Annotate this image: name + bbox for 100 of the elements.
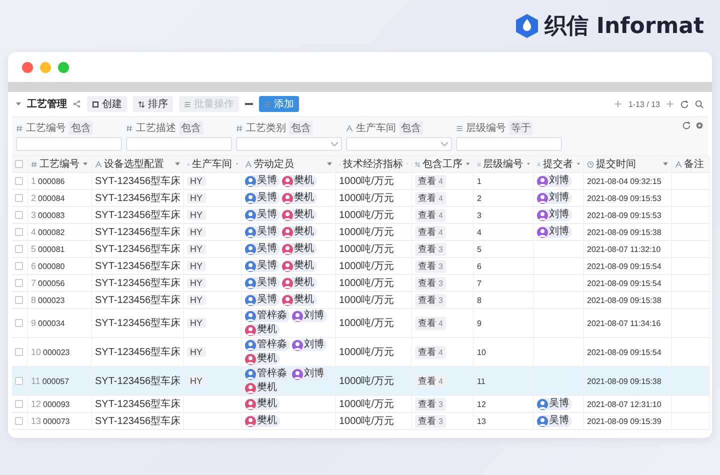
share-icon[interactable] <box>73 100 81 108</box>
column-header[interactable]: 包含工序 <box>412 156 474 173</box>
caret-icon[interactable] <box>327 162 332 166</box>
clock-icon <box>587 160 594 168</box>
view-link[interactable]: 查看 3 <box>415 294 446 306</box>
time-text: 2021-08-09 09:15:38 <box>587 296 662 304</box>
maximize-icon[interactable] <box>58 62 69 72</box>
hash-icon <box>126 124 133 132</box>
view-link[interactable]: 查看 3 <box>415 242 446 256</box>
column-header[interactable]: 设备选型配置 <box>92 156 184 173</box>
column-header[interactable]: 生产车间 <box>184 156 242 173</box>
minus-icon[interactable] <box>245 103 253 105</box>
checkbox[interactable] <box>15 348 23 356</box>
checkbox[interactable] <box>15 296 23 304</box>
time-text: 2021-08-09 09:15:38 <box>587 376 662 386</box>
caret-icon[interactable] <box>577 162 580 166</box>
refresh-icon[interactable] <box>680 100 689 108</box>
person-tag: 樊机 <box>282 226 317 238</box>
column-header[interactable]: 提交时间 <box>584 156 672 173</box>
operator-tag[interactable]: 包含 <box>69 121 93 135</box>
toolbar-button[interactable]: 创建 <box>87 96 127 112</box>
level-text: 8 <box>477 296 482 304</box>
filter-select[interactable] <box>236 137 342 151</box>
view-link[interactable]: 查看 4 <box>415 346 446 358</box>
workshop-tag: HY <box>187 176 206 186</box>
filter-input[interactable] <box>16 137 122 151</box>
view-link[interactable]: 查看 4 <box>415 316 446 330</box>
filter-input[interactable] <box>126 137 232 151</box>
checkbox[interactable] <box>15 228 23 236</box>
filter-select[interactable] <box>346 137 452 151</box>
table-cell: SYT-123456型车床 <box>92 258 184 275</box>
text-type-icon <box>245 160 252 168</box>
person-tag: 刘博 <box>537 175 572 187</box>
view-link[interactable]: 查看 4 <box>415 208 446 222</box>
checkbox[interactable] <box>15 319 23 327</box>
column-header[interactable]: 技术经济指标 <box>336 156 412 173</box>
search-icon[interactable] <box>695 100 704 108</box>
view-link[interactable]: 查看 3 <box>415 414 446 428</box>
time-text: 2021-08-09 09:15:53 <box>587 194 662 202</box>
previous-icon[interactable] <box>614 100 622 108</box>
toolbar-button[interactable]: 排序 <box>133 96 173 112</box>
view-link[interactable]: 查看 3 <box>415 398 446 410</box>
column-title: 备注 <box>684 158 704 171</box>
checkbox[interactable] <box>15 160 23 168</box>
operator-tag[interactable]: 包含 <box>289 121 313 135</box>
caret-icon[interactable] <box>175 162 180 166</box>
row-number: 7 <box>31 278 36 288</box>
row-number: 1 <box>31 176 36 186</box>
operator-tag[interactable]: 包含 <box>179 121 203 135</box>
column-header[interactable]: 劳动定员 <box>242 156 336 173</box>
column-header[interactable]: 备注 <box>672 156 710 173</box>
filter-label: 工艺类别 <box>246 122 286 135</box>
collapse-caret-icon[interactable] <box>16 102 21 106</box>
person-tag: 刘博 <box>292 310 327 322</box>
view-link[interactable]: 查看 3 <box>415 260 446 272</box>
code-text: 000083 <box>38 210 65 220</box>
caret-icon[interactable] <box>663 162 668 166</box>
checkbox[interactable] <box>15 194 23 202</box>
caret-icon[interactable] <box>466 162 470 166</box>
person-tag: 吴博 <box>537 398 572 410</box>
checkbox[interactable] <box>15 262 23 270</box>
checkbox[interactable] <box>15 245 23 253</box>
row-number: 12 <box>31 399 42 409</box>
column-header[interactable]: 提交者 <box>534 156 584 173</box>
person-tag: 刘博 <box>537 226 572 238</box>
column-header[interactable]: 工艺编号 <box>28 156 92 173</box>
minimize-icon[interactable] <box>40 62 51 72</box>
workshop-tag: HY <box>187 278 206 288</box>
user-icon <box>537 160 542 168</box>
refresh-icon[interactable] <box>682 121 691 130</box>
person-tag: 樊机 <box>282 192 317 204</box>
operator-tag[interactable]: 包含 <box>399 121 423 135</box>
column-header[interactable]: 层级编号 <box>474 156 534 173</box>
filter-label: 工艺描述 <box>136 122 176 135</box>
checkbox[interactable] <box>15 279 23 287</box>
view-link[interactable]: 查看 4 <box>415 192 446 204</box>
column-title: 提交者 <box>543 158 574 171</box>
table-cell: SYT-123456型车床 <box>92 173 184 190</box>
next-icon[interactable] <box>666 100 674 108</box>
person-tag: 刘博 <box>292 339 327 351</box>
column-title: 包含工序 <box>422 158 462 171</box>
checkbox[interactable] <box>15 211 23 219</box>
caret-icon[interactable] <box>83 162 88 166</box>
caret-icon[interactable] <box>527 162 530 166</box>
view-link[interactable]: 查看 4 <box>415 374 446 388</box>
checkbox[interactable] <box>15 177 23 185</box>
code-text: 000082 <box>38 228 65 236</box>
row-number: 10 <box>31 347 42 357</box>
close-icon[interactable] <box>22 62 33 72</box>
person-tag: 刘博 <box>292 368 327 380</box>
checkbox[interactable] <box>15 377 23 385</box>
filter-input[interactable] <box>456 137 562 151</box>
view-link[interactable]: 查看 4 <box>415 226 446 238</box>
view-link[interactable]: 查看 4 <box>415 174 446 188</box>
view-link[interactable]: 查看 3 <box>415 276 446 290</box>
checkbox[interactable] <box>15 417 23 425</box>
settings-icon[interactable] <box>695 121 704 130</box>
operator-tag[interactable]: 等于 <box>509 121 533 135</box>
checkbox[interactable] <box>15 400 23 408</box>
table-cell: 1000吨/万元 <box>336 367 412 396</box>
